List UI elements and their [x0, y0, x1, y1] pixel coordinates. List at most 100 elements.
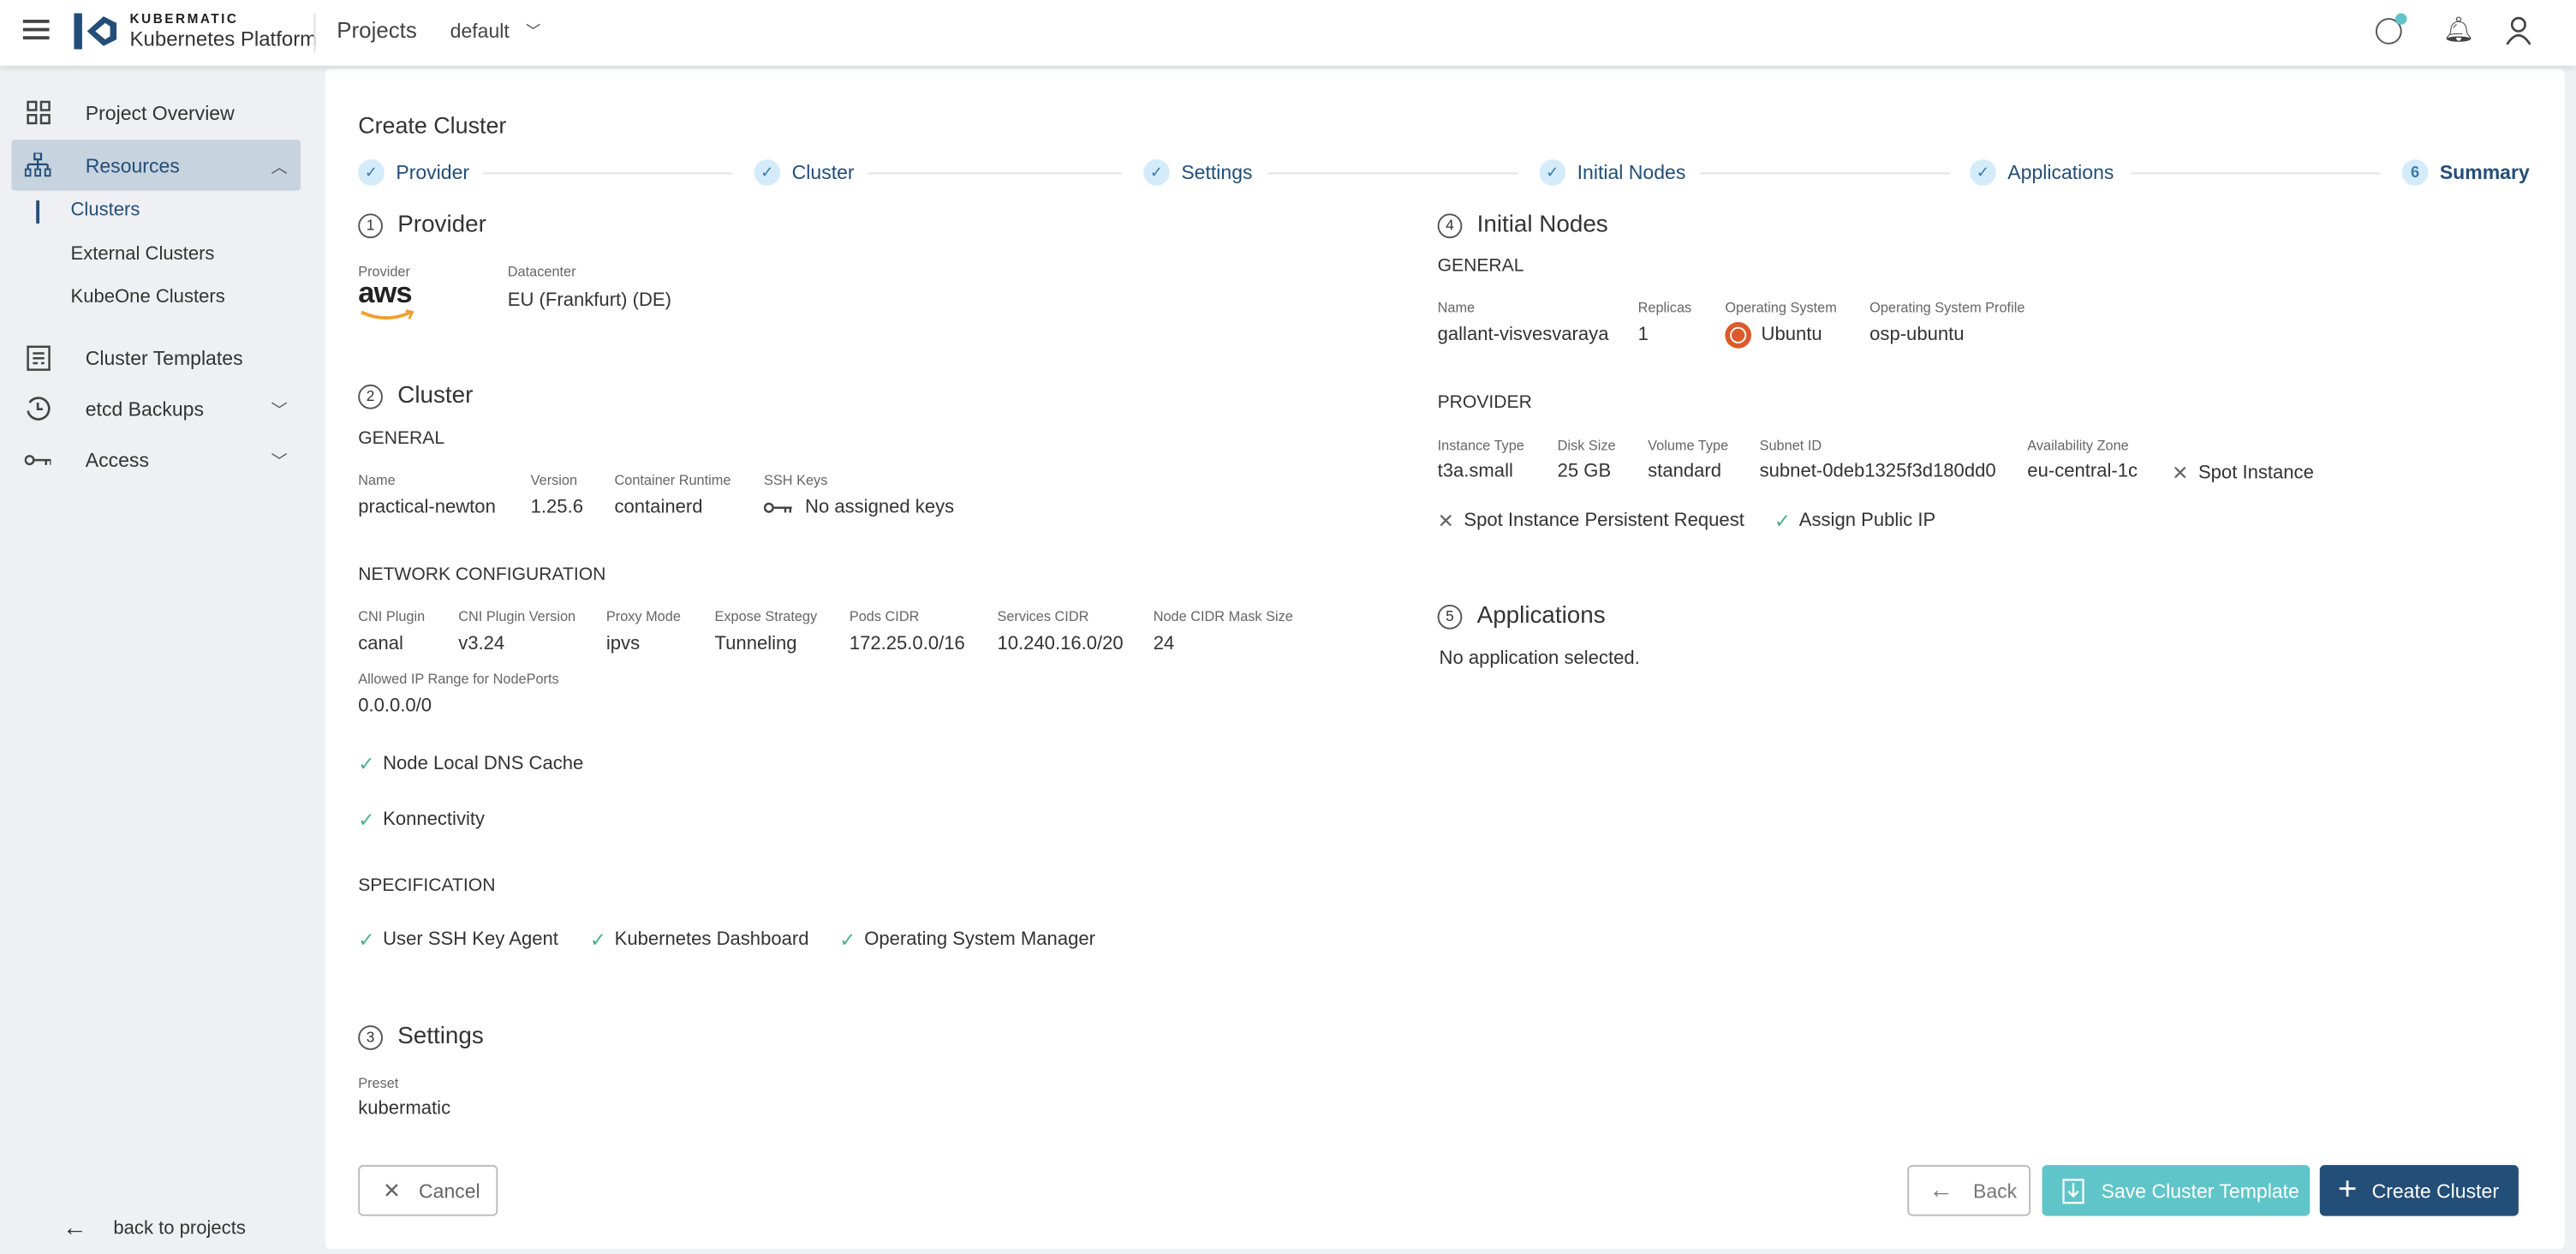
history-icon: [25, 395, 51, 421]
field-label: Volume Type: [1648, 437, 1729, 454]
field-label: Name: [358, 471, 396, 488]
grid-icon: [25, 99, 51, 126]
check-icon: ✓: [1970, 159, 1996, 186]
section-title: Provider: [397, 212, 486, 239]
back-to-projects-link[interactable]: ← back to projects: [63, 1215, 246, 1243]
network-field-value: v3.24: [458, 634, 505, 654]
sidebar-subitem-kubeone-clusters[interactable]: KubeOne Clusters: [70, 288, 224, 308]
check-icon: ✓: [589, 928, 607, 952]
field-label: Container Runtime: [614, 471, 731, 488]
section-initial-nodes: 4 Initial Nodes: [1437, 212, 1608, 239]
section-cluster: 2 Cluster: [358, 383, 473, 409]
field-label: Version: [530, 471, 578, 488]
node-name-value: gallant-visvesvaraya: [1437, 325, 1609, 345]
create-cluster-button[interactable]: + Create Cluster: [2319, 1165, 2519, 1216]
spec-item: ✓ User SSH Key Agent: [358, 928, 558, 952]
step-label: Applications: [2007, 161, 2114, 184]
check-icon: ✓: [754, 159, 781, 186]
spot-persistent-flag: ✕ Spot Instance Persistent Request: [1437, 509, 1744, 533]
sidebar-item-access[interactable]: Access ﹀: [11, 433, 301, 484]
cluster-name-value: practical-newton: [358, 498, 496, 518]
sidebar-item-resources[interactable]: Resources ︿: [11, 140, 301, 191]
step-cluster[interactable]: ✓ Cluster: [754, 159, 855, 186]
step-summary[interactable]: 6 Summary: [2401, 159, 2530, 186]
step-applications[interactable]: ✓ Applications: [1970, 159, 2114, 186]
section-number: 3: [358, 1024, 383, 1049]
bell-icon[interactable]: 🔔︎: [2443, 15, 2475, 45]
close-icon: ✕: [382, 1177, 401, 1203]
key-icon: [24, 446, 51, 473]
field-label: Instance Type: [1437, 437, 1524, 454]
chevron-down-icon: ﹀: [271, 403, 288, 421]
sidebar-item-label: etcd Backups: [85, 397, 204, 421]
field-label: CNI Plugin Version: [458, 607, 576, 624]
provider-field-value: standard: [1648, 462, 1722, 482]
check-icon: ✓: [358, 159, 385, 186]
applications-empty: No application selected.: [1439, 648, 1640, 669]
network-field-value: 172.25.0.0/16: [849, 634, 965, 654]
field-label: Preset: [358, 1074, 399, 1091]
step-settings[interactable]: ✓ Settings: [1143, 159, 1253, 186]
menu-icon[interactable]: [22, 20, 50, 40]
replicas-value: 1: [1637, 325, 1649, 345]
step-label: Cluster: [791, 161, 855, 184]
sidebar-subitem-external-clusters[interactable]: External Clusters: [70, 245, 214, 265]
back-label: back to projects: [113, 1218, 246, 1239]
step-label: Settings: [1181, 161, 1253, 184]
check-icon: ✓: [839, 928, 856, 952]
field-label: Availability Zone: [2027, 437, 2129, 454]
provider-field-value: eu-central-1c: [2027, 462, 2138, 482]
section-title: Initial Nodes: [1476, 212, 1608, 239]
save-cluster-template-button[interactable]: Save Cluster Template: [2042, 1165, 2311, 1216]
back-button[interactable]: ← Back: [1907, 1165, 2031, 1216]
version-value: 1.25.6: [530, 498, 584, 518]
close-icon: ✕: [1437, 509, 1454, 533]
step-number: 6: [2401, 159, 2429, 186]
ubuntu-icon: [1725, 322, 1752, 349]
page-title: Create Cluster: [358, 111, 507, 139]
brand-bottom: Kubernetes Platform: [129, 27, 318, 51]
cancel-button[interactable]: ✕ Cancel: [358, 1165, 498, 1216]
os-value: Ubuntu: [1725, 322, 1822, 349]
step-label: Provider: [396, 161, 470, 184]
network-field-value: 24: [1153, 634, 1175, 654]
help-icon[interactable]: [2376, 13, 2407, 45]
section-title: Cluster: [397, 382, 474, 409]
section-number: 4: [1437, 212, 1463, 238]
provider-field-value: 25 GB: [1557, 462, 1612, 482]
field-label: Services CIDR: [997, 607, 1089, 624]
field-label: Disk Size: [1557, 437, 1616, 454]
konnectivity-check: ✓ Konnectivity: [358, 808, 486, 832]
sidebar-item-etcd-backups[interactable]: etcd Backups ﹀: [11, 383, 301, 433]
chevron-down-icon: ﹀: [525, 22, 541, 40]
section-applications: 5 Applications: [1437, 603, 1606, 630]
network-field-value: canal: [358, 634, 403, 654]
os-profile-value: osp-ubuntu: [1869, 325, 1965, 345]
step-provider[interactable]: ✓ Provider: [358, 159, 469, 186]
sidebar-item-project-overview[interactable]: Project Overview: [11, 87, 301, 138]
save-template-icon: [2062, 1178, 2084, 1203]
step-initial-nodes[interactable]: ✓ Initial Nodes: [1539, 159, 1685, 186]
user-icon[interactable]: [2506, 16, 2532, 46]
projects-link[interactable]: Projects: [337, 18, 417, 43]
field-label: Pods CIDR: [849, 607, 920, 624]
step-label: Summary: [2439, 161, 2530, 184]
top-bar: KUBERMATIC Kubernetes Platform Projects …: [0, 0, 2576, 66]
provider-field-value: t3a.small: [1437, 462, 1513, 482]
brand-top: KUBERMATIC: [129, 11, 239, 27]
sidebar-item-label: Resources: [85, 153, 180, 177]
field-label: SSH Keys: [764, 471, 828, 488]
network-field-value: ipvs: [605, 634, 641, 654]
sidebar-item-cluster-templates[interactable]: Cluster Templates: [11, 332, 301, 383]
sidebar-subitem-clusters[interactable]: Clusters: [70, 200, 140, 220]
aws-logo: aws: [358, 276, 417, 322]
field-label: Proxy Mode: [605, 607, 681, 624]
project-name: default: [450, 20, 510, 43]
ip-range-value: 0.0.0.0/0: [358, 696, 432, 717]
check-icon: ✓: [1774, 509, 1792, 533]
arrow-left-icon: ←: [62, 1214, 87, 1243]
runtime-value: containerd: [614, 498, 703, 518]
node-local-dns-check: ✓ Node Local DNS Cache: [358, 752, 584, 776]
sidebar-item-label: Project Overview: [85, 100, 235, 124]
project-selector[interactable]: default ﹀: [450, 20, 541, 43]
